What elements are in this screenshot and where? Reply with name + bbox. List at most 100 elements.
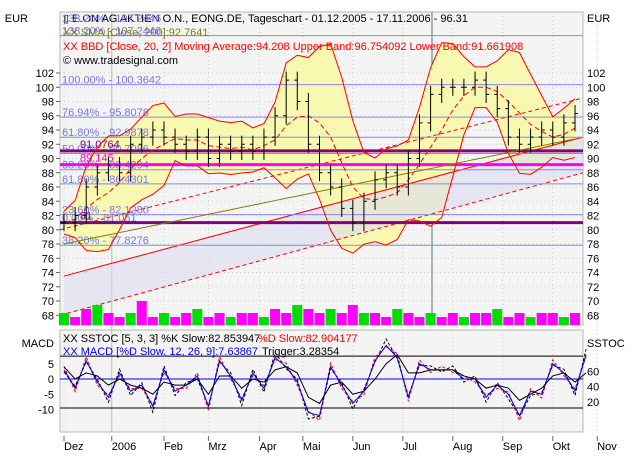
fib-label: 61.80% - 86.4301 bbox=[62, 174, 149, 186]
volume-bar bbox=[236, 313, 247, 325]
x-tick-label: Mrz bbox=[208, 441, 226, 453]
macd-axis-label: MACD bbox=[22, 338, 54, 350]
volume-bar bbox=[392, 309, 403, 325]
x-tick-label: Okt bbox=[553, 441, 570, 453]
y-tick-label-right: 94 bbox=[587, 125, 599, 137]
volume-bar bbox=[247, 313, 258, 325]
x-tick-label: 2006 bbox=[112, 441, 136, 453]
volume-bar bbox=[203, 317, 214, 325]
y-tick-label-left: 98 bbox=[42, 97, 54, 109]
volume-bar bbox=[470, 313, 481, 325]
volume-bar bbox=[325, 309, 336, 325]
macd-tick-label: -10 bbox=[38, 405, 54, 417]
y-tick-label-left: 70 bbox=[42, 296, 54, 308]
chart-svg: 68 6870 7072 7274 7476 7678 7880 8082 8284 8486 86… bbox=[5, 11, 625, 453]
volume-bar bbox=[458, 317, 469, 325]
sstoc-tick-label: 60 bbox=[587, 366, 599, 378]
chart-window: 68 68 70 70 72 72 74 74 76 76 78 78 80 80 82 82 84 84 86 86… bbox=[0, 0, 639, 464]
y-tick-label-left: 82 bbox=[42, 211, 54, 223]
volume-bar bbox=[403, 313, 414, 325]
y-tick-label-left: 92 bbox=[42, 139, 54, 151]
volume-bar bbox=[358, 313, 369, 325]
y-tick-label-right: 74 bbox=[587, 268, 599, 280]
copyright: © www.tradesignal.com bbox=[63, 55, 178, 67]
y-tick-label-left: 74 bbox=[42, 268, 54, 280]
volume-bar bbox=[59, 313, 69, 325]
sma-legend: XX SMA [Close, 200]:92.7641 bbox=[63, 27, 209, 39]
volume-bar bbox=[347, 305, 358, 325]
y-tick-label-right: 92 bbox=[587, 139, 599, 151]
y-tick-label-right: 88 bbox=[587, 168, 599, 180]
y-tick-label-right: 90 bbox=[587, 154, 599, 166]
x-tick-label: Mai bbox=[303, 441, 321, 453]
volume-bar bbox=[281, 313, 292, 325]
volume-bar bbox=[270, 309, 281, 325]
volume-bar bbox=[481, 313, 492, 325]
x-tick-label: Dez bbox=[64, 441, 84, 453]
y-tick-label-left: 86 bbox=[42, 182, 54, 194]
y-tick-label-right: 100 bbox=[587, 82, 605, 94]
y-tick-label-left: 102 bbox=[36, 68, 54, 80]
y-tick-label-right: 84 bbox=[587, 196, 599, 208]
volume-bar bbox=[547, 313, 558, 325]
volume-bar bbox=[125, 313, 136, 325]
fib-label: 76.94% - 95.8078 bbox=[62, 107, 149, 119]
y-tick-label-left: 78 bbox=[42, 239, 54, 251]
y-tick-label-right: 102 bbox=[587, 68, 605, 80]
volume-bar bbox=[370, 313, 381, 325]
x-tick-label: Sep bbox=[503, 441, 523, 453]
volume-bar bbox=[503, 317, 514, 325]
volume-bar bbox=[158, 313, 169, 325]
volume-bar bbox=[147, 317, 158, 325]
volume-bar bbox=[381, 317, 392, 325]
volume-bar bbox=[436, 317, 447, 325]
volume-bar bbox=[170, 317, 181, 325]
y-tick-label-left: 76 bbox=[42, 253, 54, 265]
volume-bar bbox=[114, 317, 125, 325]
y-tick-label-left: 90 bbox=[42, 154, 54, 166]
y-tick-label-right: 70 bbox=[587, 296, 599, 308]
axis-unit-left: EUR bbox=[5, 13, 28, 25]
volume-bar bbox=[558, 317, 569, 325]
volume-bar bbox=[192, 309, 203, 325]
volume-bar bbox=[514, 313, 525, 325]
volume-bar bbox=[570, 313, 580, 325]
sstoc-d-legend: %D Slow:82.904177 bbox=[258, 333, 358, 345]
x-tick-label: Nov bbox=[597, 441, 617, 453]
volume-bar bbox=[536, 313, 547, 325]
volume-bar bbox=[103, 313, 114, 325]
sstoc-tick-label: 40 bbox=[587, 382, 599, 394]
y-tick-label-right: 98 bbox=[587, 97, 599, 109]
volume-bar bbox=[181, 313, 192, 325]
x-tick-label: Jun bbox=[353, 441, 371, 453]
macd-tick-label: 0 bbox=[48, 374, 54, 386]
x-tick-label: Feb bbox=[164, 441, 183, 453]
volume-bar bbox=[225, 317, 236, 325]
volume-bar bbox=[492, 309, 503, 325]
fib-label: 100.00% - 100.3642 bbox=[62, 75, 161, 87]
volume-bar bbox=[258, 317, 269, 325]
x-tick-label: Jul bbox=[403, 441, 417, 453]
macd-tick-label: -5 bbox=[44, 389, 54, 401]
y-tick-label-left: 94 bbox=[42, 125, 54, 137]
sstoc-axis-label: SSTOC bbox=[587, 338, 625, 350]
volume-bar bbox=[214, 313, 225, 325]
fib-label-top: 138.20% - 107.2446 bbox=[62, 13, 161, 25]
x-tick-label: Apr bbox=[260, 441, 277, 453]
x-tick-label: Aug bbox=[453, 441, 473, 453]
volume-bar bbox=[525, 317, 536, 325]
volume-bar bbox=[136, 301, 147, 325]
sstoc-tick-label: 20 bbox=[587, 397, 599, 409]
volume-bar bbox=[70, 317, 81, 325]
y-tick-label-right: 76 bbox=[587, 253, 599, 265]
y-tick-label-left: 88 bbox=[42, 168, 54, 180]
y-tick-label-left: 68 bbox=[42, 310, 54, 322]
macd-tick-label: 5 bbox=[48, 359, 54, 371]
volume-bar bbox=[303, 309, 314, 325]
y-tick-label-left: 84 bbox=[42, 196, 54, 208]
axis-unit-right: EUR bbox=[587, 13, 610, 25]
y-tick-label-left: 100 bbox=[36, 82, 54, 94]
volume-bar bbox=[336, 313, 347, 325]
bbd-legend: XX BBD [Close, 20, 2] Moving Average:94.… bbox=[63, 41, 523, 53]
volume-bar bbox=[92, 305, 103, 325]
